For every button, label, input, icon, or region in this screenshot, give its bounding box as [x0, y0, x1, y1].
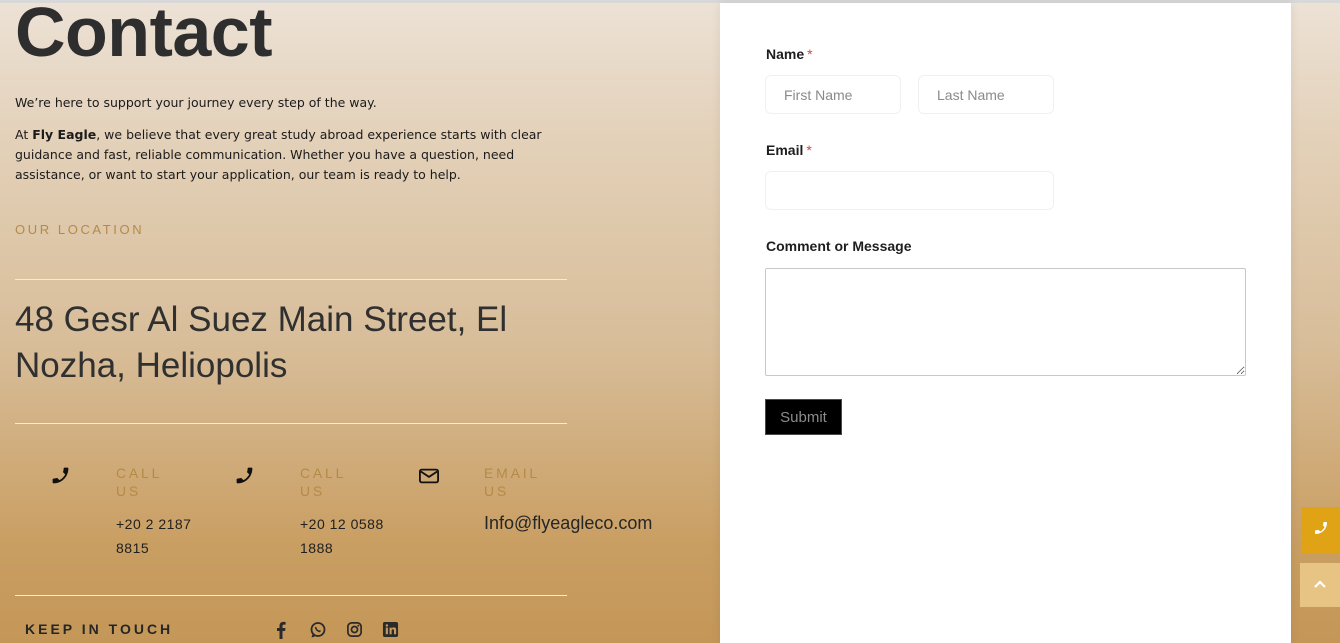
contact-label: EMAIL US [484, 465, 540, 499]
phone-number[interactable]: +20 2 2187 8815 [116, 512, 206, 560]
intro-text: We’re here to support your journey every… [15, 95, 377, 110]
last-name-input[interactable] [918, 75, 1054, 114]
floating-call-button[interactable] [1301, 507, 1340, 553]
divider [15, 423, 567, 424]
name-label-text: Name [766, 46, 805, 62]
phone-number[interactable]: +20 12 0588 1888 [300, 512, 390, 560]
phone-icon [1313, 520, 1329, 541]
whatsapp-icon[interactable] [309, 621, 327, 639]
description-prefix: At [15, 127, 33, 142]
divider [15, 595, 567, 596]
email-label-text: Email [766, 142, 804, 158]
contact-label: CALL US [116, 465, 162, 499]
address-text: 48 Gesr Al Suez Main Street, El Nozha, H… [15, 300, 508, 385]
first-name-input[interactable] [765, 75, 901, 114]
linkedin-icon[interactable] [382, 621, 400, 639]
message-label: Comment or Message [766, 238, 912, 254]
contact-label: CALL US [300, 465, 346, 499]
contact-form: Name* Email* Comment or Message Submit [720, 3, 1291, 643]
message-textarea[interactable] [765, 268, 1246, 376]
email-label: Email * [766, 142, 812, 158]
phone-icon [50, 465, 72, 487]
email-link[interactable]: Info@flyeagleco.com [484, 511, 652, 535]
keep-in-touch-heading: KEEP IN TOUCH [25, 621, 174, 637]
brand-name: Fly Eagle [32, 127, 97, 142]
email-input[interactable] [765, 171, 1054, 210]
required-marker: * [806, 142, 812, 158]
name-label: Name * [766, 46, 813, 62]
phone-icon [234, 465, 256, 487]
instagram-icon[interactable] [346, 621, 364, 639]
required-marker: * [807, 46, 813, 62]
facebook-icon[interactable] [273, 621, 291, 639]
description-text: At Fly Eagle, we believe that every grea… [15, 125, 545, 185]
envelope-icon [418, 466, 440, 488]
chevron-up-icon [1313, 576, 1327, 594]
divider [15, 279, 567, 280]
page-title: Contact [15, 0, 273, 71]
submit-button[interactable]: Submit [765, 399, 842, 435]
scroll-to-top-button[interactable] [1300, 563, 1340, 607]
location-label: OUR LOCATION [15, 222, 145, 237]
